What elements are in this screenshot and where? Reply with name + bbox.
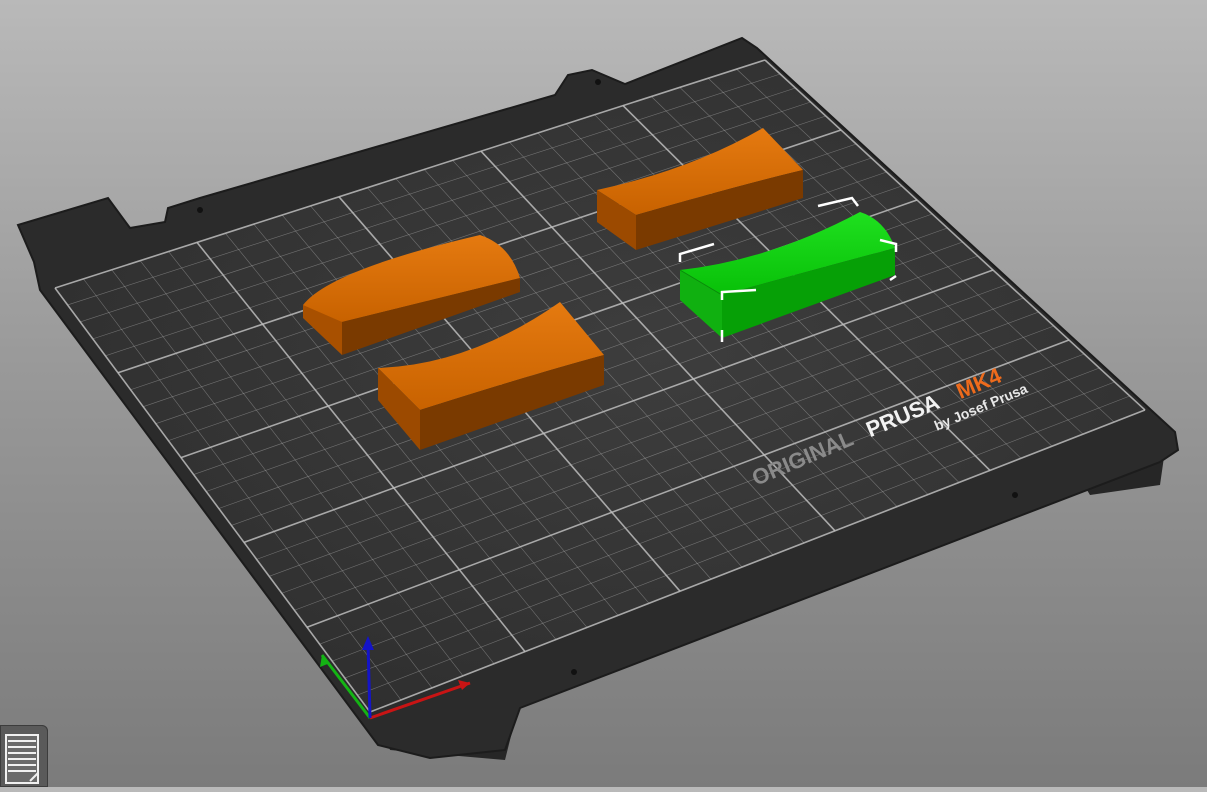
layers-icon <box>5 734 39 784</box>
z-axis <box>366 642 372 719</box>
3d-viewport[interactable]: ORIGINAL PRUSA MK4 by Josef Prusa <box>0 0 1207 787</box>
layers-view-button[interactable] <box>0 725 48 787</box>
